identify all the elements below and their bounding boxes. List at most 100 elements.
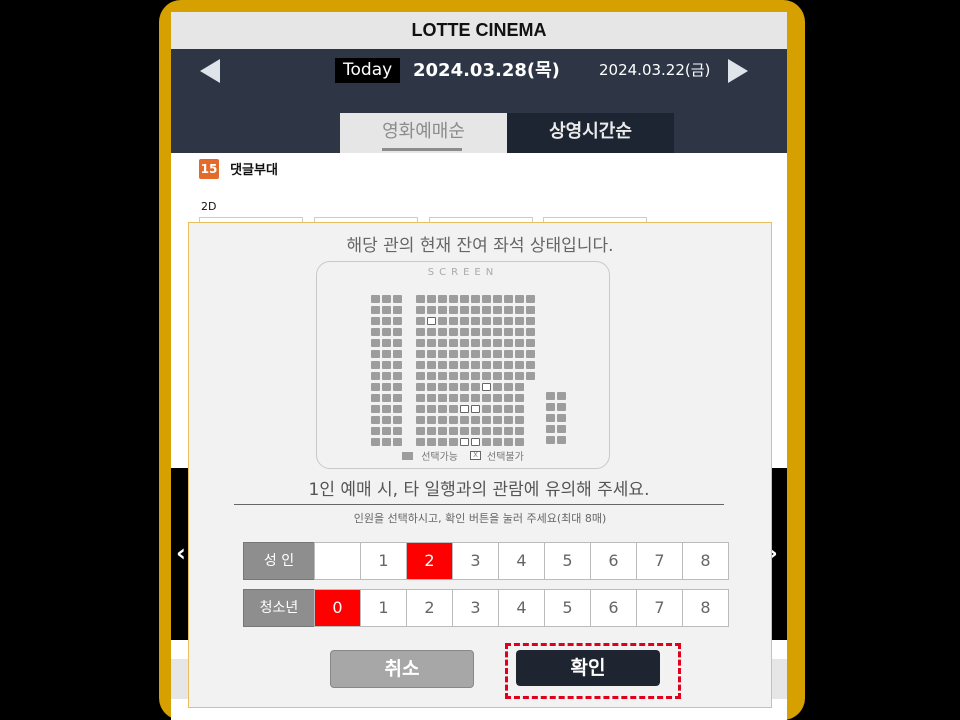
available-seat [393, 328, 402, 336]
available-seat [393, 405, 402, 413]
available-seat [493, 317, 502, 325]
available-seat [449, 328, 458, 336]
available-seat [482, 317, 491, 325]
available-seat [416, 416, 425, 424]
available-seat [449, 372, 458, 380]
app-title: LOTTE CINEMA [171, 12, 787, 50]
available-seat [515, 416, 524, 424]
youth-count-option[interactable]: 5 [544, 589, 591, 627]
available-seat [449, 394, 458, 402]
available-seat [371, 295, 380, 303]
movie-header[interactable]: 15 댓글부대 [199, 158, 278, 180]
available-seat [416, 350, 425, 358]
available-seat [371, 361, 380, 369]
available-seat [482, 328, 491, 336]
available-seat [493, 438, 502, 446]
available-seat [460, 339, 469, 347]
tab-showtime-order[interactable]: 상영시간순 [507, 113, 674, 153]
unavailable-seat [460, 438, 469, 446]
available-seat [460, 416, 469, 424]
tab-booking-rank[interactable]: 영화예매순 [340, 113, 507, 153]
today-badge[interactable]: Today [335, 58, 401, 83]
available-seat [416, 438, 425, 446]
available-seat [393, 394, 402, 402]
available-seat [482, 372, 491, 380]
youth-count-option[interactable]: 8 [682, 589, 729, 627]
next-date-arrow-icon[interactable] [728, 59, 748, 83]
available-seat [471, 295, 480, 303]
available-seat [438, 427, 447, 435]
available-seat [382, 383, 391, 391]
youth-count-option[interactable]: 0 [314, 589, 361, 627]
adult-count-option[interactable]: 5 [544, 542, 591, 580]
available-seat [416, 328, 425, 336]
available-seat [460, 295, 469, 303]
prev-date-arrow-icon[interactable] [200, 59, 220, 83]
cancel-button[interactable]: 취소 [330, 650, 474, 688]
available-seat [416, 295, 425, 303]
available-seat [482, 416, 491, 424]
youth-count-option[interactable]: 6 [590, 589, 637, 627]
available-seat [515, 339, 524, 347]
seat-legend: 선택가능 X 선택불가 [317, 448, 609, 463]
available-seat [438, 350, 447, 358]
available-seat [515, 372, 524, 380]
adult-count-option[interactable]: 4 [498, 542, 545, 580]
youth-count-option[interactable]: 3 [452, 589, 499, 627]
available-seat [493, 416, 502, 424]
available-seat [393, 383, 402, 391]
available-seat-swatch [402, 451, 414, 460]
available-seat [515, 328, 524, 336]
adult-count-option[interactable]: 2 [406, 542, 453, 580]
notice-text: 1인 예매 시, 타 일행과의 관람에 유의해 주세요. [234, 475, 724, 505]
available-seat [393, 306, 402, 314]
available-seat [416, 361, 425, 369]
available-seat [438, 438, 447, 446]
available-seat [449, 361, 458, 369]
available-seat [393, 350, 402, 358]
unavailable-seat [427, 317, 436, 325]
modal-heading: 해당 관의 현재 잔여 좌석 상태입니다. [346, 236, 614, 256]
adult-count-option[interactable] [314, 542, 361, 580]
available-seat [471, 306, 480, 314]
adult-count-option[interactable]: 6 [590, 542, 637, 580]
adult-count-option[interactable]: 8 [682, 542, 729, 580]
available-seat [482, 361, 491, 369]
available-seat [438, 328, 447, 336]
available-seat [416, 306, 425, 314]
available-seat [482, 339, 491, 347]
confirm-button[interactable]: 확인 [516, 650, 660, 686]
tab-showtime-order-label: 상영시간순 [549, 121, 632, 142]
adult-count-option[interactable]: 1 [360, 542, 407, 580]
available-seat [371, 405, 380, 413]
available-seat [471, 361, 480, 369]
available-seat [371, 416, 380, 424]
adult-count-option[interactable]: 3 [452, 542, 499, 580]
youth-count-option[interactable]: 2 [406, 589, 453, 627]
chevron-left-icon[interactable]: ‹ [176, 539, 186, 567]
available-seat [504, 438, 513, 446]
available-seat [557, 436, 566, 444]
available-seat [382, 394, 391, 402]
available-seat [546, 425, 555, 433]
available-seat [427, 438, 436, 446]
available-seat [482, 350, 491, 358]
available-seat [438, 405, 447, 413]
youth-count-option[interactable]: 1 [360, 589, 407, 627]
available-seat [416, 339, 425, 347]
available-seat [393, 438, 402, 446]
adult-count-option[interactable]: 7 [636, 542, 683, 580]
available-seat [393, 427, 402, 435]
next-date[interactable]: 2024.03.22(금) [599, 57, 710, 83]
available-seat [371, 328, 380, 336]
available-seat [382, 306, 391, 314]
available-seat [371, 438, 380, 446]
available-seat [515, 438, 524, 446]
youth-count-option[interactable]: 7 [636, 589, 683, 627]
available-seat [515, 427, 524, 435]
youth-count-option[interactable]: 4 [498, 589, 545, 627]
available-seat [493, 383, 502, 391]
movie-title: 댓글부대 [230, 163, 278, 178]
available-seat [546, 436, 555, 444]
available-seat [557, 392, 566, 400]
